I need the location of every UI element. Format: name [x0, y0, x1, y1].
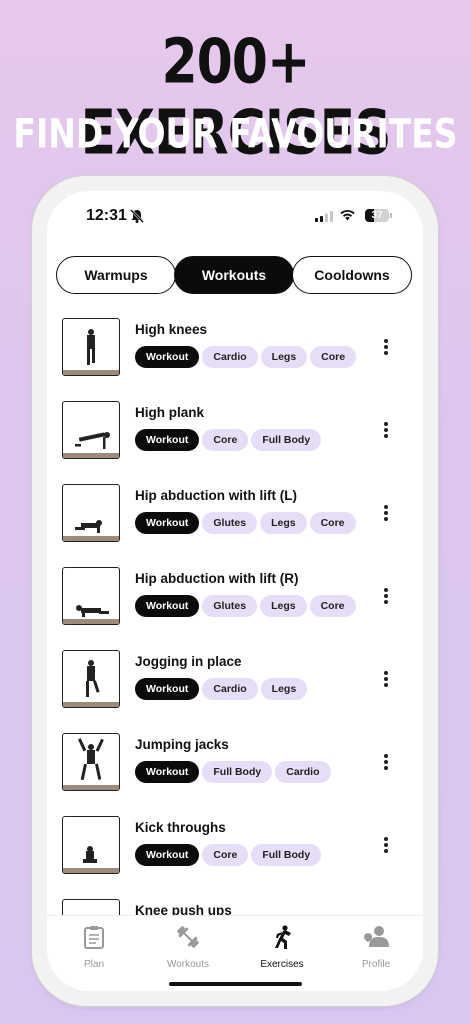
- exercise-tags: Workout Cardio Legs: [135, 678, 308, 700]
- more-options-icon[interactable]: [378, 588, 394, 608]
- tag-badge: Workout: [135, 429, 200, 451]
- exercise-name: Jumping jacks: [135, 737, 229, 752]
- exercise-thumbnail: [62, 318, 120, 376]
- phone-frame: 12:31 37 Warmups Workouts Cooldowns High…: [32, 176, 438, 1006]
- exercise-name: Kick throughs: [135, 820, 226, 835]
- tag-badge: Glutes: [202, 595, 258, 617]
- exercise-name: Jogging in place: [135, 654, 242, 669]
- exercise-tags: Workout Core Full Body: [135, 844, 322, 866]
- tag-badge: Legs: [260, 346, 308, 368]
- more-options-icon[interactable]: [378, 837, 394, 857]
- tabbar-profile-label: Profile: [361, 959, 391, 970]
- tag-badge: Legs: [260, 512, 307, 534]
- dumbbell-icon: [177, 926, 199, 948]
- exercise-row[interactable]: Knee push ups: [47, 890, 423, 915]
- exercise-tags: Workout Core Full Body: [135, 429, 322, 451]
- tab-cooldowns[interactable]: Cooldowns: [292, 256, 412, 294]
- tabbar-plan[interactable]: Plan: [54, 924, 134, 970]
- tabbar-plan-label: Plan: [83, 959, 104, 970]
- tab-workouts[interactable]: Workouts: [174, 256, 294, 294]
- more-options-icon[interactable]: [378, 754, 394, 774]
- tag-badge: Workout: [135, 844, 200, 866]
- more-options-icon[interactable]: [378, 339, 394, 359]
- exercise-row[interactable]: Hip abduction with lift (L) Workout Glutes…: [47, 475, 423, 555]
- tag-badge: Legs: [260, 595, 307, 617]
- tab-warmups[interactable]: Warmups: [56, 256, 176, 294]
- tag-badge: Cardio: [275, 761, 331, 783]
- tabbar-workouts[interactable]: Workouts: [148, 924, 228, 970]
- exercise-row[interactable]: Hip abduction with lift (R) Workout Glutes…: [47, 558, 423, 638]
- more-options-icon[interactable]: [378, 505, 394, 525]
- tag-badge: Workout: [135, 678, 200, 700]
- wifi-icon: [340, 209, 355, 221]
- tag-badge: Core: [202, 429, 249, 451]
- bottom-tab-bar: Plan Workouts Exercises Profile: [47, 915, 423, 991]
- exercise-tags: Workout Full Body Cardio: [135, 761, 331, 783]
- promo-subheadline: FIND YOUR FAVOURITES: [13, 109, 458, 158]
- tag-badge: Legs: [260, 678, 308, 700]
- tag-badge: Core: [309, 512, 356, 534]
- exercise-row[interactable]: High plank Workout Core Full Body: [47, 392, 423, 472]
- exercise-row[interactable]: Jumping jacks Workout Full Body Cardio: [47, 724, 423, 804]
- tag-badge: Workout: [135, 761, 200, 783]
- tag-badge: Core: [202, 844, 249, 866]
- status-bar: 12:31 37: [47, 191, 423, 241]
- more-options-icon[interactable]: [378, 671, 394, 691]
- battery-icon: 37: [365, 209, 389, 222]
- more-options-icon[interactable]: [378, 422, 394, 442]
- exercise-thumbnail: [62, 401, 120, 459]
- category-tabs: Warmups Workouts Cooldowns: [56, 256, 412, 296]
- tag-badge: Workout: [135, 512, 200, 534]
- exercise-row[interactable]: High knees Workout Cardio Legs Core: [47, 309, 423, 389]
- running-person-icon: [275, 925, 291, 949]
- exercise-name: Knee push ups: [135, 903, 232, 915]
- clipboard-icon: [84, 926, 104, 949]
- tag-badge: Core: [310, 346, 357, 368]
- people-icon: [364, 926, 389, 947]
- tag-badge: Full Body: [251, 844, 322, 866]
- tag-badge: Full Body: [251, 429, 322, 451]
- exercise-tags: Workout Glutes Legs Core: [135, 595, 356, 617]
- tabbar-profile[interactable]: Profile: [336, 924, 416, 970]
- tag-badge: Workout: [135, 346, 200, 368]
- exercise-row[interactable]: Jogging in place Workout Cardio Legs: [47, 641, 423, 721]
- cellular-signal-icon: [315, 211, 333, 222]
- exercise-thumbnail: [62, 816, 120, 874]
- exercise-row[interactable]: Kick throughs Workout Core Full Body: [47, 807, 423, 887]
- exercise-name: High plank: [135, 405, 205, 420]
- exercise-list[interactable]: High knees Workout Cardio Legs Core High plan…: [47, 309, 423, 915]
- battery-tip: [390, 213, 392, 218]
- exercise-name: Hip abduction with lift (R): [135, 571, 299, 586]
- tag-badge: Full Body: [202, 761, 273, 783]
- exercise-tags: Workout Glutes Legs Core: [135, 512, 356, 534]
- app-screen: 12:31 37 Warmups Workouts Cooldowns High…: [47, 191, 423, 991]
- exercise-thumbnail: [62, 650, 120, 708]
- exercise-thumbnail: [62, 484, 120, 542]
- exercise-name: Hip abduction with lift (L): [135, 488, 297, 503]
- tag-badge: Glutes: [202, 512, 258, 534]
- tabbar-workouts-label: Workouts: [166, 959, 210, 970]
- exercise-thumbnail: [62, 733, 120, 791]
- tag-badge: Cardio: [202, 678, 258, 700]
- exercise-tags: Workout Cardio Legs Core: [135, 346, 357, 368]
- tag-badge: Core: [309, 595, 356, 617]
- battery-percent: 37: [371, 210, 383, 221]
- bell-muted-icon: [130, 209, 144, 223]
- home-indicator: [169, 982, 302, 986]
- tag-badge: Workout: [135, 595, 200, 617]
- status-time: 12:31: [86, 207, 127, 224]
- tabbar-exercises-label: Exercises: [260, 959, 304, 970]
- tabbar-exercises[interactable]: Exercises: [242, 924, 322, 970]
- exercise-thumbnail: [62, 899, 120, 915]
- exercise-thumbnail: [62, 567, 120, 625]
- exercise-name: High knees: [135, 322, 208, 337]
- tag-badge: Cardio: [202, 346, 258, 368]
